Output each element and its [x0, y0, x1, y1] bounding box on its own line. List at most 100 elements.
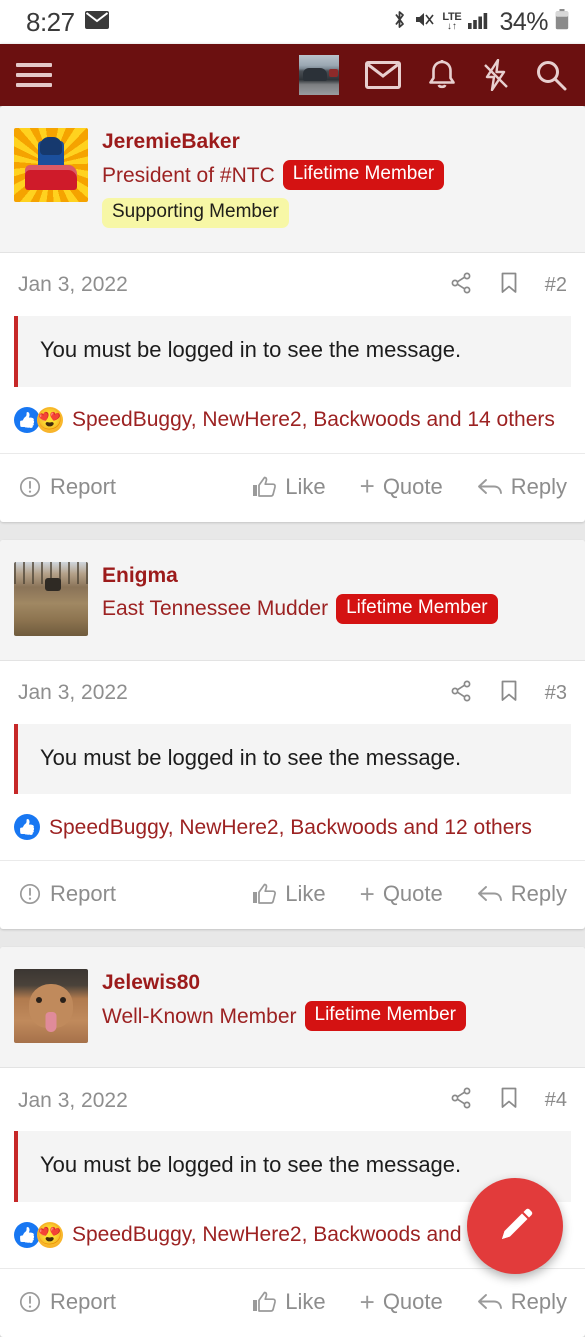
post-actions: Report Like + Quote Reply — [0, 452, 585, 522]
quote-label: Quote — [382, 1288, 443, 1314]
bluetooth-icon — [392, 9, 407, 35]
reaction-emoji-stack — [14, 406, 63, 433]
post-message-block: You must be logged in to see the message… — [14, 723, 571, 795]
status-bar-left: 8:27 — [26, 7, 109, 38]
plus-icon: + — [359, 879, 375, 910]
like-button[interactable]: Like — [252, 881, 326, 907]
post-actions: Report Like + Quote Reply — [0, 1267, 585, 1337]
post-number[interactable]: #3 — [545, 682, 567, 705]
reply-button[interactable]: Reply — [477, 474, 567, 500]
post-list: JeremieBaker President of #NTC Lifetime … — [0, 106, 585, 1337]
post-meta-actions: #3 — [449, 679, 567, 708]
hamburger-line — [16, 73, 52, 77]
like-label: Like — [285, 881, 326, 907]
post-username[interactable]: Jelewis80 — [102, 970, 200, 996]
post-author-info: JeremieBaker President of #NTC Lifetime … — [102, 128, 571, 228]
like-label: Like — [285, 473, 326, 499]
share-icon[interactable] — [449, 679, 473, 708]
post-message-text: You must be logged in to see the message… — [40, 1152, 462, 1178]
post-card: Jelewis80 Well-Known Member Lifetime Mem… — [0, 947, 585, 1337]
hamburger-menu-icon[interactable] — [16, 58, 56, 92]
post-actions: Report Like + Quote Reply — [0, 860, 585, 929]
dog-photo-avatar[interactable] — [14, 969, 88, 1044]
post-header: JeremieBaker President of #NTC Lifetime … — [0, 106, 585, 253]
avatar-detail — [36, 997, 66, 1004]
compose-post-fab[interactable] — [467, 1178, 563, 1274]
reaction-text[interactable]: SpeedBuggy, NewHere2, Backwoods and 14 o… — [72, 407, 555, 432]
bookmark-icon[interactable] — [499, 1086, 519, 1115]
post-number[interactable]: #4 — [545, 1089, 567, 1112]
report-label: Report — [50, 1288, 117, 1314]
bookmark-icon[interactable] — [499, 271, 519, 300]
post-message-text: You must be logged in to see the message… — [40, 744, 462, 770]
post-author-info: Jelewis80 Well-Known Member Lifetime Mem… — [102, 969, 467, 1032]
post-message-text: You must be logged in to see the message… — [40, 336, 462, 362]
heart-eyes-emoji-icon — [37, 406, 63, 433]
quote-label: Quote — [382, 881, 443, 907]
envelope-icon — [84, 10, 109, 34]
report-label: Report — [50, 473, 117, 499]
post-meta: Jan 3, 2022 #4 — [0, 1068, 585, 1123]
signal-bars-icon — [468, 11, 490, 34]
reaction-text[interactable]: SpeedBuggy, NewHere2, Backwoods and 12 o… — [49, 815, 532, 840]
report-button[interactable]: Report — [18, 474, 116, 500]
search-icon[interactable] — [535, 59, 567, 91]
quote-button[interactable]: + Quote — [360, 881, 443, 907]
user-title: Well-Known Member — [102, 1004, 297, 1028]
plus-icon: + — [359, 1286, 375, 1317]
quote-button[interactable]: + Quote — [359, 471, 443, 502]
like-label: Like — [285, 1288, 326, 1314]
post-header: Jelewis80 Well-Known Member Lifetime Mem… — [0, 947, 585, 1069]
post-title-row: East Tennessee Mudder Lifetime Member — [102, 593, 498, 624]
share-icon[interactable] — [449, 271, 473, 300]
post-username[interactable]: Enigma — [102, 563, 178, 589]
post-meta: Jan 3, 2022 #2 — [0, 253, 585, 308]
like-button[interactable]: Like — [252, 1288, 326, 1315]
post-date: Jan 3, 2022 — [18, 681, 128, 705]
plus-icon: + — [359, 471, 375, 502]
lightning-bolt-icon[interactable] — [483, 59, 509, 91]
quote-label: Quote — [382, 473, 443, 499]
reaction-emoji-stack — [14, 1221, 63, 1248]
bookmark-icon[interactable] — [499, 679, 519, 708]
header-actions — [299, 55, 567, 95]
user-title: East Tennessee Mudder — [102, 597, 329, 621]
reply-label: Reply — [510, 881, 567, 907]
envelope-icon[interactable] — [365, 61, 401, 89]
post-title-row: President of #NTC Lifetime Member Suppor… — [102, 160, 571, 228]
badge-lifetime-member: Lifetime Member — [304, 1001, 467, 1032]
user-avatar-thumbnail[interactable] — [299, 55, 339, 95]
hamburger-line — [16, 63, 52, 67]
report-label: Report — [50, 881, 117, 907]
reply-label: Reply — [510, 1288, 567, 1314]
post-date: Jan 3, 2022 — [18, 273, 128, 297]
status-bar-right: LTE ↓↑ 34% — [392, 8, 569, 37]
post-card: Enigma East Tennessee Mudder Lifetime Me… — [0, 539, 585, 930]
thumbs-up-emoji-icon — [14, 814, 40, 841]
bell-icon[interactable] — [427, 59, 457, 91]
badge-lifetime-member: Lifetime Member — [336, 593, 498, 624]
report-button[interactable]: Report — [18, 881, 116, 907]
report-button[interactable]: Report — [18, 1289, 116, 1315]
post-author-info: Enigma East Tennessee Mudder Lifetime Me… — [102, 562, 498, 624]
like-button[interactable]: Like — [252, 473, 326, 500]
post-reactions[interactable]: SpeedBuggy, NewHere2, Backwoods and 12 o… — [0, 794, 585, 860]
post-date: Jan 3, 2022 — [18, 1088, 128, 1112]
badge-lifetime-member: Lifetime Member — [282, 160, 445, 191]
pencil-compose-icon — [502, 1208, 533, 1239]
lte-indicator: LTE ↓↑ — [442, 12, 461, 32]
lte-arrows: ↓↑ — [446, 21, 457, 32]
quote-button[interactable]: + Quote — [359, 1286, 443, 1317]
post-reactions[interactable]: SpeedBuggy, NewHere2, Backwoods and 14 o… — [0, 387, 585, 453]
reply-button[interactable]: Reply — [477, 1289, 567, 1315]
reply-button[interactable]: Reply — [477, 881, 567, 907]
post-username[interactable]: JeremieBaker — [102, 129, 240, 155]
status-time: 8:27 — [26, 6, 75, 37]
post-number[interactable]: #2 — [545, 274, 567, 297]
post-meta-actions: #2 — [449, 271, 567, 300]
post-card: JeremieBaker President of #NTC Lifetime … — [0, 106, 585, 522]
share-icon[interactable] — [449, 1086, 473, 1115]
muddy-trail-avatar[interactable] — [14, 561, 88, 636]
lego-racer-avatar[interactable] — [14, 128, 88, 202]
hamburger-line — [16, 83, 52, 87]
